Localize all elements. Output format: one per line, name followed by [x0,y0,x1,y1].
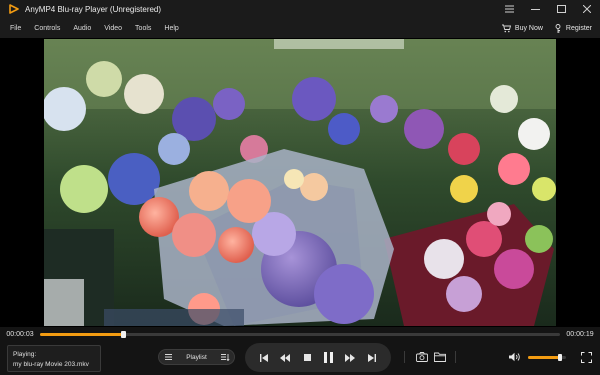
fast-forward-icon[interactable] [342,350,358,366]
seek-bar-fill [40,332,124,336]
window-title: AnyMP4 Blu-ray Player (Unregistered) [25,4,162,14]
minimize-icon[interactable] [522,0,548,18]
rewind-icon[interactable] [277,350,293,366]
transport-controls [245,343,391,372]
next-icon[interactable] [364,350,380,366]
divider [404,351,405,363]
playlist-label: Playlist [186,353,207,361]
buy-now-label: Buy Now [514,24,543,32]
menu-tools[interactable]: Tools [135,25,151,32]
menu-video[interactable]: Video [104,25,122,32]
list-icon [159,354,177,360]
camera-icon[interactable] [415,350,429,364]
stop-icon[interactable] [299,350,315,366]
divider [455,351,456,363]
playlist-button[interactable]: Playlist [158,349,235,365]
buy-now-button[interactable]: Buy Now [502,23,543,33]
maximize-icon[interactable] [548,0,574,18]
seek-handle[interactable] [121,330,127,338]
menu-icon[interactable] [496,0,522,18]
window-controls [496,0,600,18]
elapsed-time: 00:00:03 [6,330,34,338]
register-button[interactable]: Register [553,23,592,33]
video-picture [44,39,556,326]
title-bar: AnyMP4 Blu-ray Player (Unregistered) [0,0,600,18]
app-logo-icon [8,3,20,15]
volume-slider-fill [528,356,561,359]
volume-handle[interactable] [558,354,563,361]
total-duration: 00:00:19 [566,330,594,338]
pause-icon[interactable] [321,350,337,366]
close-icon[interactable] [574,0,600,18]
menu-controls[interactable]: Controls [34,25,60,32]
menu-audio[interactable]: Audio [73,25,91,32]
menu-file[interactable]: File [10,25,21,32]
menu-help[interactable]: Help [164,25,178,32]
previous-icon[interactable] [256,350,272,366]
video-frame[interactable] [44,39,556,326]
playing-label: Playing: [13,351,37,358]
playlist-sort-icon[interactable] [216,353,234,361]
register-label: Register [565,24,592,32]
now-playing-box: Playing: my blu-ray Movie 203.mkv [7,345,101,372]
key-icon [553,23,563,33]
bottom-control-bar: Playing: my blu-ray Movie 203.mkv Playli… [0,341,600,375]
cart-icon [502,23,512,33]
folder-icon[interactable] [433,350,447,364]
progress-row: 00:00:03 00:00:19 [0,327,600,341]
playing-file-name: my blu-ray Movie 203.mkv [13,361,89,368]
seek-bar[interactable] [40,330,560,338]
volume-slider[interactable] [528,354,566,361]
menu-bar: File Controls Audio Video Tools Help Buy… [0,18,600,38]
volume-icon[interactable] [508,350,522,364]
video-area[interactable] [0,38,600,327]
fullscreen-icon[interactable] [579,350,593,364]
